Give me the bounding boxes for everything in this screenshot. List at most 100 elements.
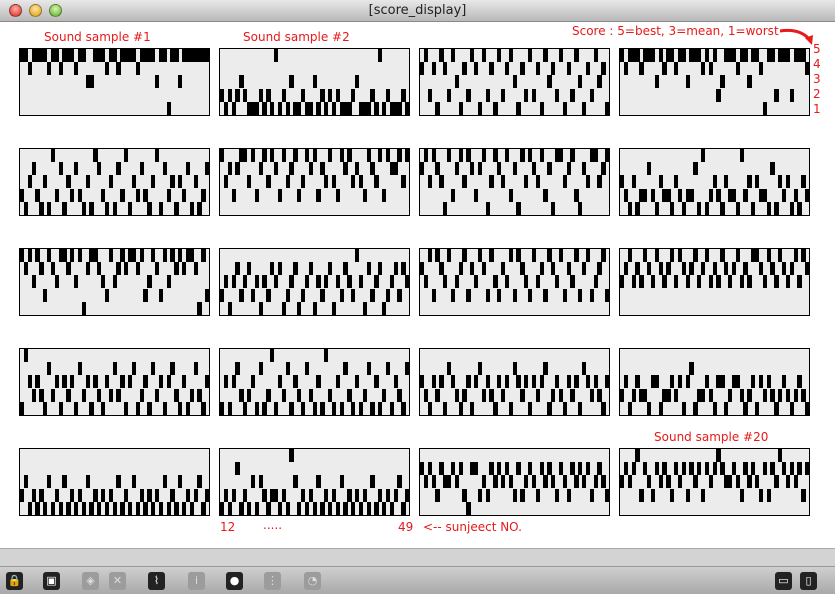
score-mark xyxy=(662,62,667,76)
score-mark xyxy=(143,501,148,515)
score-mark xyxy=(277,501,283,515)
score-mark xyxy=(254,275,259,289)
score-mark xyxy=(205,375,209,389)
score-mark xyxy=(674,462,679,476)
score-mark xyxy=(201,401,206,415)
score-mark xyxy=(762,101,767,115)
score-mark xyxy=(620,175,625,189)
split-horizontal-icon[interactable]: ▭ xyxy=(775,572,792,590)
score-mark xyxy=(262,149,267,162)
score-mark xyxy=(312,301,317,315)
score-mark xyxy=(674,62,679,76)
score-mark xyxy=(308,388,313,402)
score-mark xyxy=(731,49,737,62)
score-mark xyxy=(578,401,583,415)
score-mark xyxy=(743,462,748,476)
score-mark xyxy=(647,401,652,415)
score-mark xyxy=(389,401,394,415)
score-axis-label: 1 xyxy=(813,102,821,116)
score-mark xyxy=(504,375,510,389)
score-mark xyxy=(801,175,806,189)
score-mark xyxy=(50,501,56,515)
score-mark xyxy=(635,262,640,276)
score-mark xyxy=(39,488,44,502)
new-object-icon[interactable]: ▣ xyxy=(43,572,60,590)
score-mark xyxy=(620,49,625,62)
score-mark xyxy=(31,488,36,502)
score-mark xyxy=(351,175,356,189)
score-mark xyxy=(570,88,575,102)
score-mark xyxy=(589,488,594,502)
close-window-button[interactable] xyxy=(9,4,22,17)
score-mark xyxy=(358,275,364,289)
score-mark xyxy=(66,175,71,189)
score-mark xyxy=(235,362,240,376)
score-mark xyxy=(101,49,106,62)
score-mark xyxy=(539,149,544,162)
patcher-icon[interactable]: ◈ xyxy=(82,572,99,590)
score-mark xyxy=(162,162,167,176)
grid-icon[interactable]: ⋮ xyxy=(264,572,281,590)
score-mark xyxy=(585,249,591,262)
score-mark xyxy=(35,249,40,262)
score-mark xyxy=(620,388,625,402)
score-mark xyxy=(223,375,229,389)
score-mark xyxy=(716,88,721,102)
score-mark xyxy=(454,75,459,89)
score-mark xyxy=(666,262,671,276)
score-mark xyxy=(324,275,329,289)
score-mark xyxy=(339,288,344,302)
score-mark xyxy=(631,175,636,189)
score-mark xyxy=(739,275,744,289)
zoom-window-button[interactable] xyxy=(49,4,62,17)
score-mark xyxy=(277,188,283,202)
score-mark xyxy=(701,488,706,502)
score-mark xyxy=(535,62,540,76)
score-mark xyxy=(450,188,456,202)
score-mark xyxy=(431,288,436,302)
score-mark xyxy=(574,188,579,202)
score-mark xyxy=(50,149,56,162)
score-mark xyxy=(423,388,429,402)
score-mark xyxy=(543,49,548,62)
score-mark xyxy=(328,88,333,102)
score-mark xyxy=(728,475,733,489)
score-mark xyxy=(512,362,517,376)
info-icon[interactable]: i xyxy=(188,572,205,590)
score-mark xyxy=(328,149,333,162)
score-mark xyxy=(597,388,602,402)
score-mark xyxy=(174,49,179,62)
score-mark xyxy=(720,462,725,476)
score-mark xyxy=(485,201,490,215)
score-mark xyxy=(270,149,275,162)
score-mark xyxy=(85,475,90,489)
score-mark xyxy=(382,301,387,315)
minimize-window-button[interactable] xyxy=(29,4,42,17)
score-panel-18 xyxy=(219,448,410,516)
score-mark xyxy=(366,101,371,115)
score-mark xyxy=(793,188,798,202)
score-mark xyxy=(681,262,686,276)
score-mark xyxy=(677,475,683,489)
score-mark xyxy=(420,462,425,476)
score-mark xyxy=(551,62,556,76)
score-mark xyxy=(227,401,232,415)
score-mark xyxy=(477,488,483,502)
score-mark xyxy=(712,462,717,476)
score-mark xyxy=(431,62,436,76)
score-mark xyxy=(320,401,325,415)
title-bar[interactable]: [score_display] xyxy=(0,0,835,22)
score-mark xyxy=(528,462,533,476)
connect-icon[interactable]: ● xyxy=(226,572,243,590)
score-mark xyxy=(197,301,202,315)
presentation-icon[interactable]: ⌇ xyxy=(148,572,165,590)
close-icon[interactable]: ✕ xyxy=(109,572,126,590)
score-mark xyxy=(31,388,36,402)
split-vertical-icon[interactable]: ▯ xyxy=(800,572,817,590)
score-mark xyxy=(178,401,183,415)
score-mark xyxy=(735,249,740,262)
clue-icon[interactable]: ◔ xyxy=(304,572,321,590)
score-mark xyxy=(135,62,140,76)
lock-icon[interactable]: 🔒 xyxy=(6,572,23,590)
score-mark xyxy=(235,462,240,476)
